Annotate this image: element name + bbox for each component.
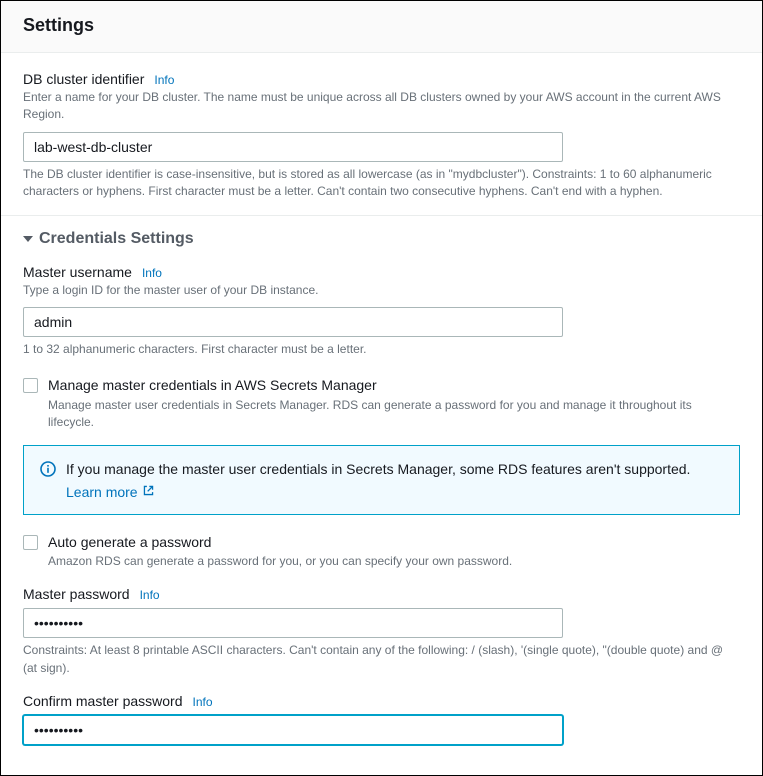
db-cluster-identifier-input[interactable] (23, 132, 563, 162)
db-cluster-identifier-label: DB cluster identifier (23, 71, 144, 87)
master-username-hint: 1 to 32 alphanumeric characters. First c… (23, 341, 740, 358)
secrets-manager-checkbox-label: Manage master credentials in AWS Secrets… (48, 376, 740, 394)
master-password-group: Master password Info Constraints: At lea… (23, 586, 740, 677)
secrets-manager-checkbox[interactable] (23, 378, 38, 393)
confirm-password-label: Confirm master password (23, 693, 183, 709)
settings-header: Settings (1, 1, 762, 53)
master-username-group: Master username Info Type a login ID for… (23, 264, 740, 359)
master-username-info-link[interactable]: Info (142, 266, 162, 280)
auto-generate-checkbox-block: Auto generate a password Amazon RDS can … (23, 533, 740, 571)
credentials-settings-title: Credentials Settings (39, 230, 194, 248)
master-password-hint: Constraints: At least 8 printable ASCII … (23, 642, 740, 677)
db-cluster-identifier-description: Enter a name for your DB cluster. The na… (23, 89, 740, 124)
external-link-icon (142, 484, 155, 500)
page-title: Settings (23, 15, 740, 36)
info-banner-text: If you manage the master user credential… (66, 460, 690, 480)
db-cluster-identifier-group: DB cluster identifier Info Enter a name … (23, 71, 740, 201)
master-username-label: Master username (23, 264, 132, 280)
info-icon (40, 461, 56, 480)
confirm-password-input[interactable] (23, 715, 563, 745)
master-username-description: Type a login ID for the master user of y… (23, 282, 740, 299)
caret-down-icon (23, 236, 33, 242)
db-cluster-identifier-info-link[interactable]: Info (154, 73, 174, 87)
learn-more-link[interactable]: Learn more (66, 484, 155, 500)
section-divider (1, 215, 762, 216)
credentials-settings-toggle[interactable]: Credentials Settings (23, 230, 740, 248)
secrets-manager-info-banner: If you manage the master user credential… (23, 445, 740, 515)
secrets-manager-checkbox-block: Manage master credentials in AWS Secrets… (23, 376, 740, 431)
auto-generate-checkbox[interactable] (23, 535, 38, 550)
db-cluster-identifier-hint: The DB cluster identifier is case-insens… (23, 166, 740, 201)
master-password-label: Master password (23, 586, 130, 602)
confirm-password-info-link[interactable]: Info (193, 695, 213, 709)
auto-generate-checkbox-description: Amazon RDS can generate a password for y… (48, 553, 740, 570)
secrets-manager-checkbox-description: Manage master user credentials in Secret… (48, 397, 740, 432)
master-username-input[interactable] (23, 307, 563, 337)
auto-generate-checkbox-label: Auto generate a password (48, 533, 740, 551)
master-password-input[interactable] (23, 608, 563, 638)
confirm-password-group: Confirm master password Info (23, 693, 740, 745)
learn-more-text: Learn more (66, 484, 138, 500)
master-password-info-link[interactable]: Info (140, 588, 160, 602)
